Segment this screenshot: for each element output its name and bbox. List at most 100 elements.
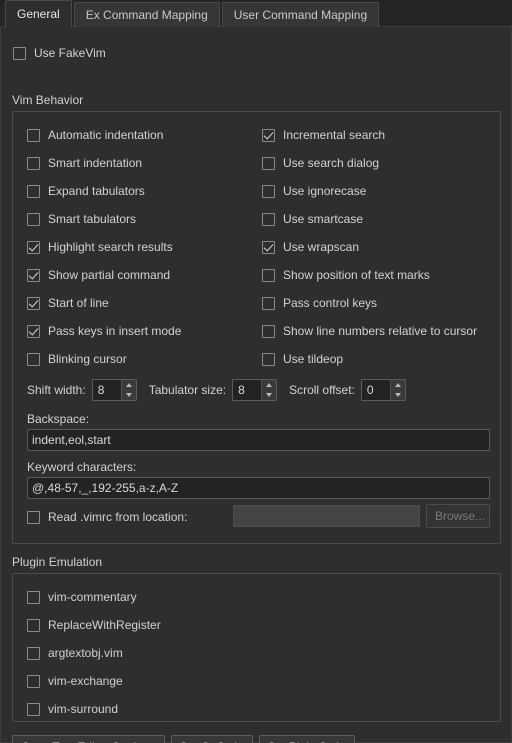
checkbox-show-partial-command[interactable]: Show partial command <box>27 267 170 283</box>
checkbox-box-show-position-of-text-marks[interactable] <box>262 268 275 282</box>
checkbox-box-use-ignorecase[interactable] <box>262 184 275 198</box>
checkbox-smart-indentation[interactable]: Smart indentation <box>27 155 142 171</box>
checkbox-use-smartcase[interactable]: Use smartcase <box>262 211 363 227</box>
spinbox-down-arrow-icon[interactable] <box>391 390 405 400</box>
checkbox-box-automatic-indentation[interactable] <box>27 128 40 142</box>
tab-general[interactable]: General <box>5 0 72 27</box>
checkbox-box-incremental-search[interactable] <box>262 128 275 142</box>
checkbox-use-wrapscan[interactable]: Use wrapscan <box>262 239 359 255</box>
tab-user-command-mapping[interactable]: User Command Mapping <box>221 2 380 27</box>
label-shift-width: Shift width: <box>27 383 86 397</box>
tab-bar: General Ex Command Mapping User Command … <box>0 0 512 27</box>
tab-ex-command-mapping-label: Ex Command Mapping <box>85 8 208 22</box>
spinbox-up-arrow-icon[interactable] <box>262 380 276 390</box>
checkbox-box-smart-indentation[interactable] <box>27 156 40 170</box>
checkbox-box-replacewithregister[interactable] <box>27 618 40 632</box>
checkbox-replacewithregister[interactable]: ReplaceWithRegister <box>27 617 161 633</box>
checkbox-box-show-partial-command[interactable] <box>27 268 40 282</box>
input-backspace[interactable]: indent,eol,start <box>27 429 490 451</box>
checkbox-smart-tabulators[interactable]: Smart tabulators <box>27 211 136 227</box>
checkbox-box-vim-exchange[interactable] <box>27 674 40 688</box>
checkbox-box-pass-keys-in-insert-mode[interactable] <box>27 324 40 338</box>
checkbox-show-position-of-text-marks[interactable]: Show position of text marks <box>262 267 430 283</box>
spinbox-tabulator-size[interactable]: 8 <box>232 379 278 401</box>
checkbox-label-blinking-cursor: Blinking cursor <box>48 352 127 366</box>
checkbox-automatic-indentation[interactable]: Automatic indentation <box>27 127 163 143</box>
checkbox-pass-control-keys[interactable]: Pass control keys <box>262 295 377 311</box>
checkbox-box-argtextobj-vim[interactable] <box>27 646 40 660</box>
checkbox-use-fakevim[interactable]: Use FakeVim <box>13 45 106 61</box>
group-plugin-emulation: vim-commentary ReplaceWithRegister argte… <box>12 573 501 722</box>
checkbox-box-use-search-dialog[interactable] <box>262 156 275 170</box>
checkbox-incremental-search[interactable]: Incremental search <box>262 127 385 143</box>
general-settings-page: Use FakeVim Vim Behavior Automatic inden… <box>0 27 512 743</box>
checkbox-box-blinking-cursor[interactable] <box>27 352 40 366</box>
checkbox-box-highlight-search-results[interactable] <box>27 240 40 254</box>
browse-button[interactable]: Browse... <box>426 504 490 528</box>
checkbox-label-automatic-indentation: Automatic indentation <box>48 128 164 142</box>
checkbox-label-expand-tabulators: Expand tabulators <box>48 184 145 198</box>
checkbox-box-use-wrapscan[interactable] <box>262 240 275 254</box>
spinbox-buttons-shift-width[interactable] <box>120 380 136 400</box>
checkbox-label-use-search-dialog: Use search dialog <box>283 156 380 170</box>
checkbox-label-use-smartcase: Use smartcase <box>283 212 364 226</box>
checkbox-label-highlight-search-results: Highlight search results <box>48 240 173 254</box>
checkbox-label-show-partial-command: Show partial command <box>48 268 171 282</box>
checkbox-box-show-line-numbers-relative-to-cursor[interactable] <box>262 324 275 338</box>
tab-ex-command-mapping[interactable]: Ex Command Mapping <box>73 2 220 27</box>
checkbox-show-line-numbers-relative-to-cursor[interactable]: Show line numbers relative to cursor <box>262 323 477 339</box>
checkbox-read-vimrc-from-location[interactable]: Read .vimrc from location: <box>27 509 187 525</box>
checkbox-box-start-of-line[interactable] <box>27 296 40 310</box>
checkbox-label-start-of-line: Start of line <box>48 296 109 310</box>
checkbox-label-show-line-numbers-relative-to-cursor: Show line numbers relative to cursor <box>283 324 478 338</box>
checkbox-argtextobj-vim[interactable]: argtextobj.vim <box>27 645 123 661</box>
checkbox-label-vim-surround: vim-surround <box>48 702 119 716</box>
checkbox-pass-keys-in-insert-mode[interactable]: Pass keys in insert mode <box>27 323 181 339</box>
checkbox-use-tildeop[interactable]: Use tildeop <box>262 351 343 367</box>
checkbox-label-pass-control-keys: Pass control keys <box>283 296 378 310</box>
input-keyword-characters[interactable]: @,48-57,_,192-255,a-z,A-Z <box>27 477 490 499</box>
spinbox-shift-width[interactable]: 8 <box>91 379 137 401</box>
spinbox-value-tabulator-size[interactable]: 8 <box>233 380 261 400</box>
spinbox-value-shift-width[interactable]: 8 <box>93 380 121 400</box>
group-label-plugin-emulation: Plugin Emulation <box>12 555 103 569</box>
checkbox-label-vim-exchange: vim-exchange <box>48 674 123 688</box>
checkbox-label-read-vimrc-from-location: Read .vimrc from location: <box>48 510 188 524</box>
numeric-settings-row: Shift width: 8 Tabulator size: 8 Scroll … <box>27 379 406 401</box>
spinbox-up-arrow-icon[interactable] <box>122 380 136 390</box>
checkbox-box-expand-tabulators[interactable] <box>27 184 40 198</box>
checkbox-label-pass-keys-in-insert-mode: Pass keys in insert mode <box>48 324 182 338</box>
checkbox-box-read-vimrc-from-location[interactable] <box>27 510 40 524</box>
set-plain-style-button[interactable]: Set Plain Style <box>258 735 355 743</box>
spinbox-value-scroll-offset[interactable]: 0 <box>362 380 390 400</box>
checkbox-box-pass-control-keys[interactable] <box>262 296 275 310</box>
set-qt-style-button[interactable]: Set Qt Style <box>170 735 253 743</box>
spinbox-scroll-offset[interactable]: 0 <box>360 379 406 401</box>
checkbox-blinking-cursor[interactable]: Blinking cursor <box>27 351 127 367</box>
copy-text-editor-settings-button[interactable]: Copy Text Editor Settings <box>12 735 165 743</box>
spinbox-down-arrow-icon[interactable] <box>122 390 136 400</box>
spinbox-buttons-tabulator-size[interactable] <box>261 380 277 400</box>
checkbox-use-ignorecase[interactable]: Use ignorecase <box>262 183 366 199</box>
checkbox-vim-exchange[interactable]: vim-exchange <box>27 673 123 689</box>
spinbox-up-arrow-icon[interactable] <box>391 380 405 390</box>
checkbox-expand-tabulators[interactable]: Expand tabulators <box>27 183 145 199</box>
checkbox-box-use-fakevim[interactable] <box>13 46 26 60</box>
checkbox-label-use-ignorecase: Use ignorecase <box>283 184 367 198</box>
checkbox-label-replacewithregister: ReplaceWithRegister <box>48 618 161 632</box>
checkbox-box-use-smartcase[interactable] <box>262 212 275 226</box>
spinbox-buttons-scroll-offset[interactable] <box>389 380 405 400</box>
checkbox-box-vim-commentary[interactable] <box>27 590 40 604</box>
input-vimrc-path[interactable] <box>233 505 420 527</box>
group-label-vim-behavior: Vim Behavior <box>12 93 84 107</box>
checkbox-box-use-tildeop[interactable] <box>262 352 275 366</box>
checkbox-vim-surround[interactable]: vim-surround <box>27 701 118 717</box>
checkbox-highlight-search-results[interactable]: Highlight search results <box>27 239 173 255</box>
checkbox-box-vim-surround[interactable] <box>27 702 40 716</box>
checkbox-use-search-dialog[interactable]: Use search dialog <box>262 155 379 171</box>
label-keyword-characters: Keyword characters: <box>27 460 137 474</box>
checkbox-vim-commentary[interactable]: vim-commentary <box>27 589 137 605</box>
checkbox-box-smart-tabulators[interactable] <box>27 212 40 226</box>
spinbox-down-arrow-icon[interactable] <box>262 390 276 400</box>
checkbox-start-of-line[interactable]: Start of line <box>27 295 109 311</box>
